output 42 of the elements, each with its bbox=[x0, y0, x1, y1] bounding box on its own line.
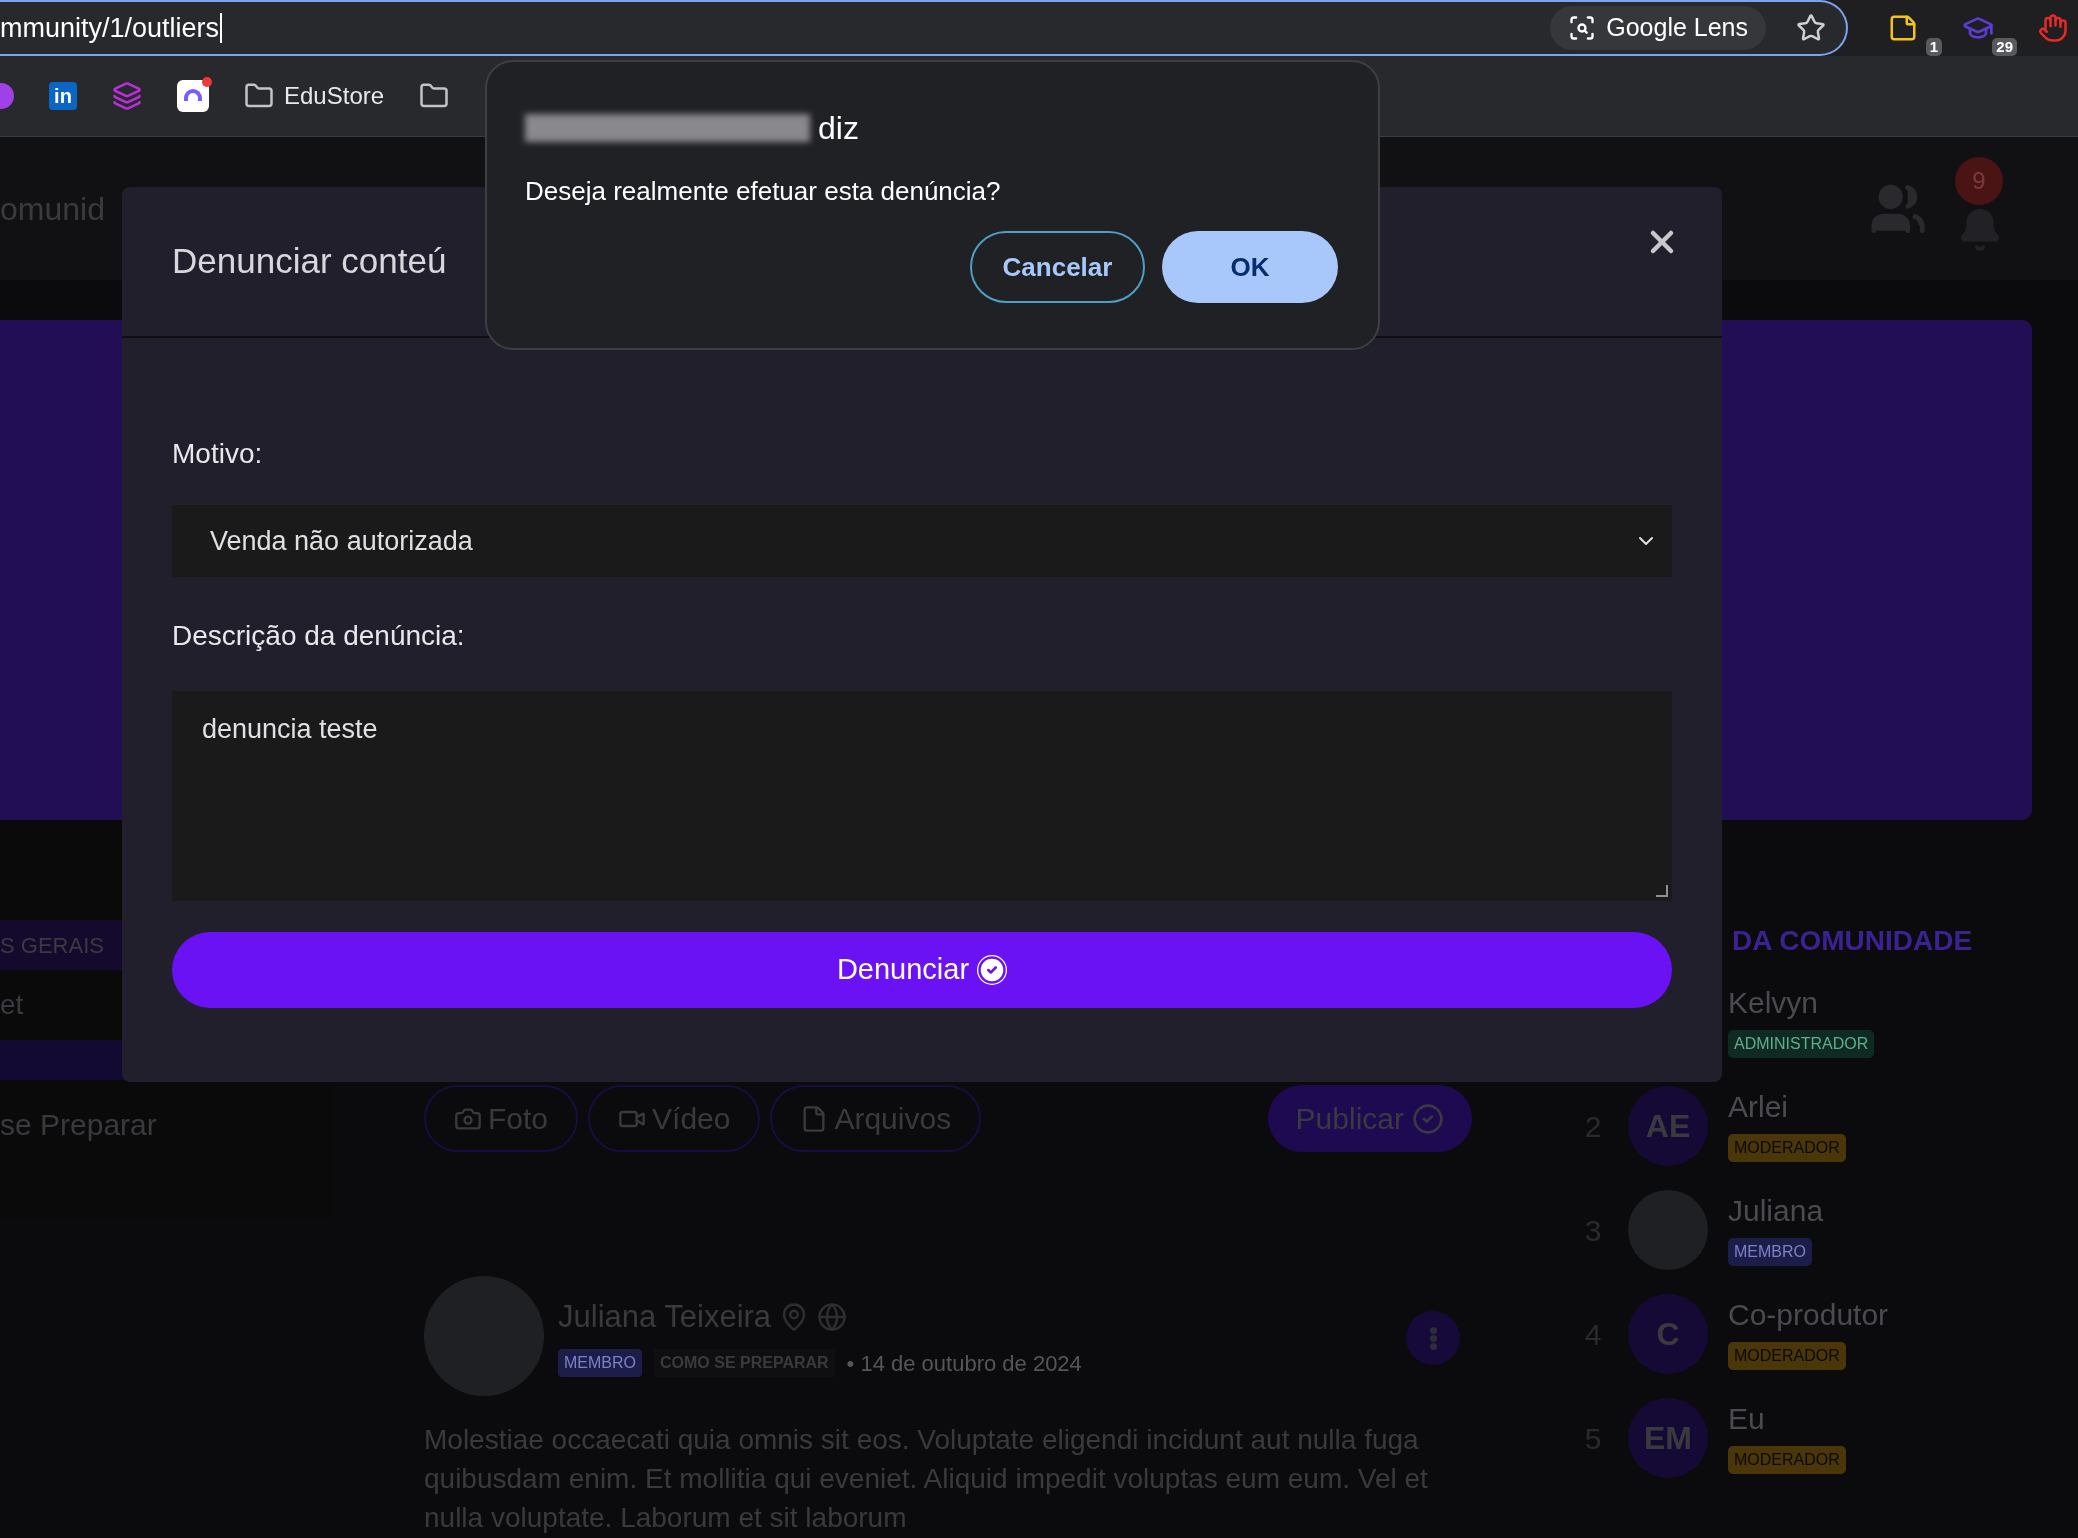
dialog-title: diz bbox=[818, 109, 859, 148]
layers-icon[interactable] bbox=[112, 81, 142, 111]
post-date: • 14 de outubro de 2024 bbox=[846, 1349, 1082, 1378]
member-name: Kelvyn bbox=[1728, 986, 1820, 1020]
role-badge: MEMBRO bbox=[1728, 1238, 1812, 1266]
check-circle-icon bbox=[977, 955, 1008, 985]
report-button[interactable]: Denunciar bbox=[172, 932, 1672, 1008]
ranking-title: DA COMUNIDADE bbox=[1732, 924, 1974, 958]
member-name: Eu bbox=[1728, 1402, 1766, 1436]
role-badge: MEMBRO bbox=[558, 1349, 642, 1377]
member-name: Co-produtor bbox=[1728, 1298, 1889, 1332]
note-icon[interactable] bbox=[1888, 13, 1918, 43]
dialog-message: Deseja realmente efetuar esta denúncia? bbox=[525, 175, 1002, 208]
hand-icon[interactable] bbox=[2038, 13, 2068, 43]
globe-icon bbox=[817, 1302, 848, 1333]
extension-badge: 29 bbox=[1992, 38, 2017, 56]
address-bar[interactable]: mmunity/1/outliers Google Lens bbox=[0, 0, 1848, 56]
role-badge: MODERADOR bbox=[1728, 1342, 1846, 1370]
linkedin-bookmark[interactable]: in bbox=[49, 82, 77, 110]
member-name: Juliana bbox=[1728, 1194, 1824, 1228]
bookmark-star-icon[interactable] bbox=[1796, 13, 1826, 43]
bookmark-label[interactable]: EduStore bbox=[284, 78, 385, 114]
app-icon[interactable] bbox=[177, 80, 209, 112]
member-name: Arlei bbox=[1728, 1090, 1789, 1124]
description-label: Descrição da denúncia: bbox=[172, 619, 466, 653]
extension-badge: 1 bbox=[1925, 38, 1942, 56]
check-circle-icon bbox=[1412, 1102, 1444, 1135]
folder-bookmark[interactable]: EduStore bbox=[244, 78, 385, 114]
role-badge: MODERADOR bbox=[1728, 1134, 1846, 1162]
role-badge: ADMINISTRADOR bbox=[1728, 1030, 1875, 1058]
role-badge: MODERADOR bbox=[1728, 1446, 1846, 1474]
more-icon bbox=[1429, 1326, 1437, 1350]
description-field[interactable]: denuncia teste bbox=[172, 691, 1672, 901]
url-text: mmunity/1/outliers bbox=[0, 13, 223, 43]
cancel-button[interactable]: Cancelar bbox=[970, 231, 1145, 303]
modal-title: Denunciar conteú bbox=[172, 240, 447, 283]
reason-label: Motivo: bbox=[172, 437, 264, 471]
reason-select[interactable]: Venda não autorizada bbox=[172, 505, 1672, 577]
lens-icon bbox=[1568, 14, 1597, 42]
ok-button[interactable]: OK bbox=[1162, 231, 1338, 303]
google-lens-button[interactable]: Google Lens bbox=[1550, 6, 1766, 50]
bookmark-icon[interactable] bbox=[0, 83, 14, 109]
